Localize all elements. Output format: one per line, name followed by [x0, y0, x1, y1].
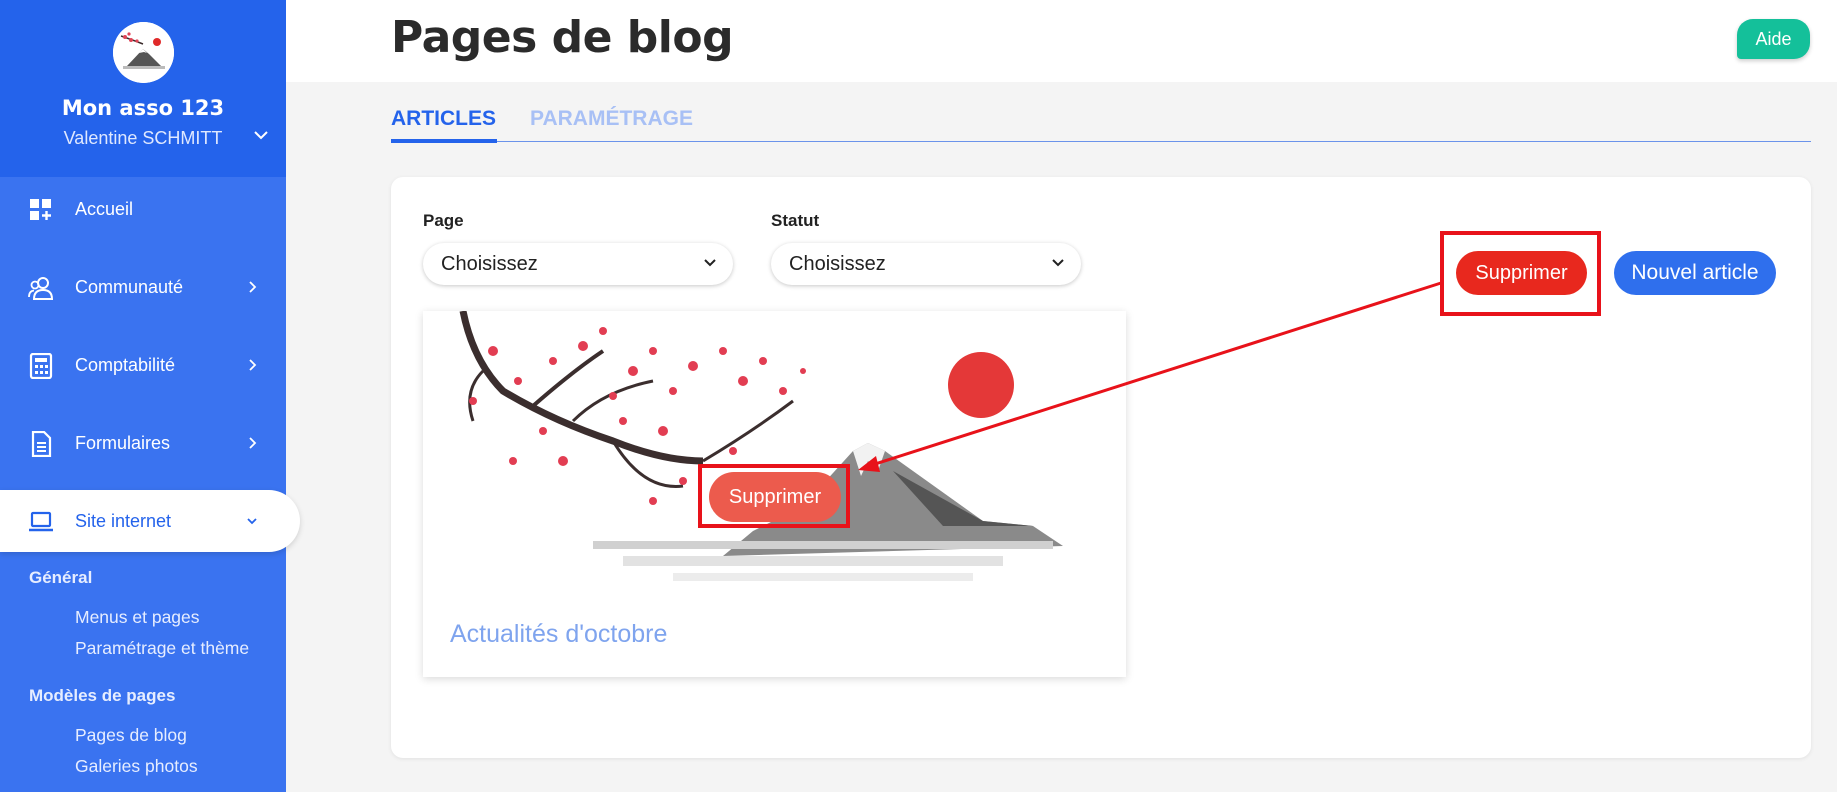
users-icon	[28, 277, 54, 300]
page-filter-value: Choisissez	[441, 252, 538, 275]
chevron-right-icon	[249, 281, 257, 293]
sidebar-item-formulaires[interactable]: Formulaires	[0, 412, 286, 474]
sidebar: Mon asso 123 Valentine SCHMITT Accueil C…	[0, 0, 300, 792]
tab-parametrage[interactable]: PARAMÉTRAGE	[530, 107, 693, 131]
sidebar-header: Mon asso 123 Valentine SCHMITT	[0, 0, 286, 177]
laptop-icon	[29, 511, 53, 532]
page-filter-label: Page	[423, 211, 464, 230]
chevron-down-icon	[1052, 259, 1064, 267]
document-icon	[31, 431, 52, 457]
tabs-divider	[391, 141, 1811, 142]
organization-name: Mon asso 123	[61, 96, 225, 120]
status-filter-select[interactable]: Choisissez	[771, 243, 1081, 285]
help-button[interactable]: Aide	[1737, 19, 1810, 59]
section-title-general: Général	[29, 568, 93, 587]
active-tab-indicator	[391, 139, 497, 143]
sidebar-link-menus-pages[interactable]: Menus et pages	[75, 607, 200, 628]
calculator-icon	[29, 353, 53, 379]
tab-articles[interactable]: ARTICLES	[391, 107, 496, 131]
user-name[interactable]: Valentine SCHMITT	[0, 128, 286, 149]
article-thumbnail	[423, 311, 1126, 603]
highlight-box	[1440, 231, 1601, 316]
organization-avatar[interactable]	[113, 22, 174, 83]
status-filter-value: Choisissez	[789, 252, 886, 275]
sidebar-link-parametrage-theme[interactable]: Paramétrage et thème	[75, 638, 249, 659]
sidebar-item-label: Accueil	[75, 198, 134, 219]
chevron-down-icon	[247, 518, 257, 525]
sidebar-item-accueil[interactable]: Accueil	[0, 178, 286, 240]
chevron-right-icon	[249, 437, 257, 449]
dashboard-icon	[30, 199, 51, 220]
chevron-right-icon	[249, 359, 257, 371]
status-filter-label: Statut	[771, 211, 820, 230]
sidebar-item-label: Site internet	[75, 510, 172, 531]
new-article-button[interactable]: Nouvel article	[1614, 251, 1776, 295]
sidebar-link-galeries-photos[interactable]: Galeries photos	[75, 756, 198, 777]
sidebar-item-comptabilite[interactable]: Comptabilité	[0, 334, 286, 396]
sidebar-item-communaute[interactable]: Communauté	[0, 256, 286, 318]
sidebar-item-label: Formulaires	[75, 432, 171, 453]
section-title-modeles-pages: Modèles de pages	[29, 686, 176, 705]
sidebar-item-label: Comptabilité	[75, 354, 176, 375]
page-filter-select[interactable]: Choisissez	[423, 243, 733, 285]
page-title: Pages de blog	[391, 12, 734, 63]
sidebar-link-pages-blog[interactable]: Pages de blog	[75, 725, 187, 746]
chevron-down-icon	[704, 259, 716, 267]
chevron-down-icon[interactable]	[253, 129, 269, 141]
article-title[interactable]: Actualités d'octobre	[450, 620, 667, 649]
sidebar-item-label: Communauté	[75, 276, 184, 297]
sidebar-item-site-internet[interactable]: Site internet	[0, 490, 300, 552]
highlight-box	[698, 464, 850, 528]
